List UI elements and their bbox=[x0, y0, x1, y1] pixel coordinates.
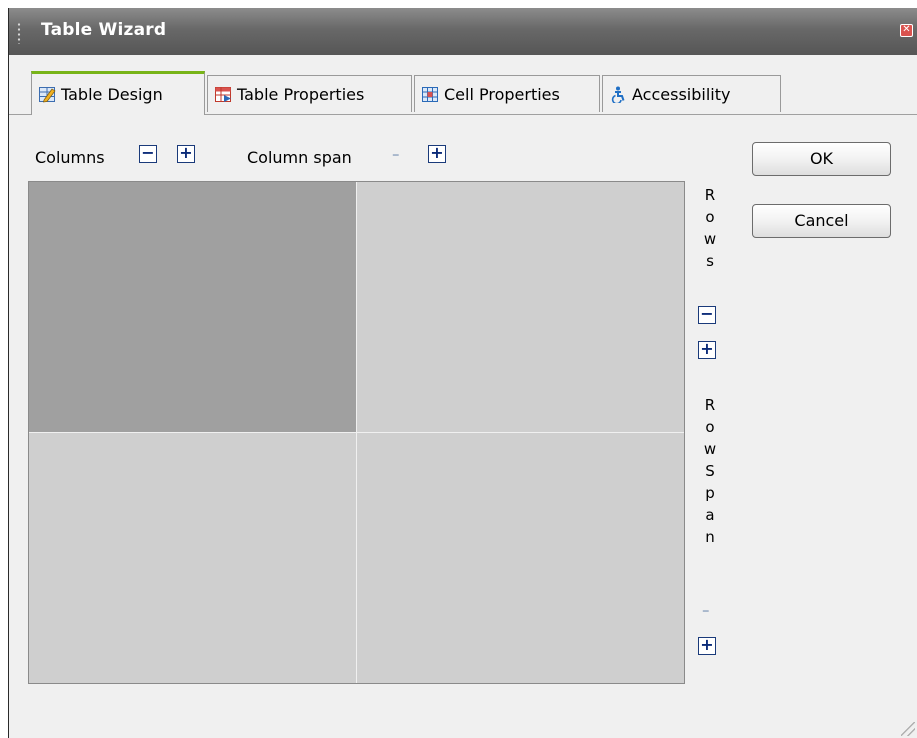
rowspan-label-letter: R bbox=[704, 396, 716, 414]
column-span-label: Column span bbox=[247, 148, 352, 167]
rows-label: R o w s bbox=[703, 184, 717, 272]
rows-plus-button[interactable]: + bbox=[698, 341, 716, 359]
rowspan-label-letter: o bbox=[705, 418, 715, 436]
resize-grip-icon[interactable] bbox=[901, 722, 915, 736]
table-design-grid bbox=[28, 181, 685, 684]
cell-properties-icon bbox=[422, 86, 438, 102]
tab-table-properties[interactable]: Table Properties bbox=[207, 75, 412, 112]
tab-accessibility[interactable]: Accessibility bbox=[602, 75, 781, 112]
tab-table-design[interactable]: Table Design bbox=[31, 71, 205, 115]
window-title: Table Wizard bbox=[41, 20, 167, 40]
rowspan-label-letter: n bbox=[705, 528, 715, 546]
rowspan-label: R o w S p a n bbox=[703, 394, 717, 548]
rowspan-label-letter: w bbox=[703, 440, 717, 458]
rows-label-letter: o bbox=[705, 208, 715, 226]
tab-cell-properties[interactable]: Cell Properties bbox=[414, 75, 600, 112]
grid-cell-r1-c2[interactable] bbox=[357, 182, 684, 432]
grid-cell-r2-c1[interactable] bbox=[29, 433, 356, 683]
accessibility-icon bbox=[611, 86, 625, 103]
column-span-plus-button[interactable]: + bbox=[428, 145, 446, 163]
cancel-button[interactable]: Cancel bbox=[752, 204, 891, 238]
tab-label: Table Design bbox=[61, 85, 163, 104]
tab-label: Table Properties bbox=[237, 84, 365, 104]
table-design-icon bbox=[39, 87, 56, 103]
rowspan-minus-button: – bbox=[702, 601, 710, 619]
columns-plus-button[interactable]: + bbox=[177, 145, 195, 163]
title-bar[interactable]: Table Wizard ✕ bbox=[9, 8, 917, 55]
drag-grip-icon[interactable] bbox=[17, 22, 21, 44]
tab-strip: Table Design Table Properties Cell Prope… bbox=[9, 55, 917, 115]
rows-label-letter: R bbox=[704, 186, 716, 204]
ok-button[interactable]: OK bbox=[752, 142, 891, 176]
rows-minus-button[interactable]: − bbox=[698, 306, 716, 324]
column-span-minus-button: – bbox=[392, 145, 400, 163]
rows-label-letter: w bbox=[703, 230, 717, 248]
tab-label: Accessibility bbox=[632, 84, 731, 104]
table-wizard-dialog: Table Wizard ✕ Table Design Table Proper… bbox=[8, 8, 917, 738]
rows-label-letter: s bbox=[706, 252, 714, 270]
close-icon[interactable]: ✕ bbox=[900, 24, 913, 37]
grid-cell-r2-c2[interactable] bbox=[357, 433, 684, 683]
grid-cell-r1-c1[interactable] bbox=[29, 182, 356, 432]
columns-minus-button[interactable]: − bbox=[139, 145, 157, 163]
rowspan-label-letter: p bbox=[705, 484, 715, 502]
columns-label: Columns bbox=[35, 148, 105, 167]
table-properties-icon bbox=[215, 86, 231, 102]
rowspan-label-letter: S bbox=[705, 462, 715, 480]
rowspan-label-letter: a bbox=[705, 506, 715, 524]
rowspan-plus-button[interactable]: + bbox=[698, 637, 716, 655]
tab-label: Cell Properties bbox=[444, 84, 560, 104]
